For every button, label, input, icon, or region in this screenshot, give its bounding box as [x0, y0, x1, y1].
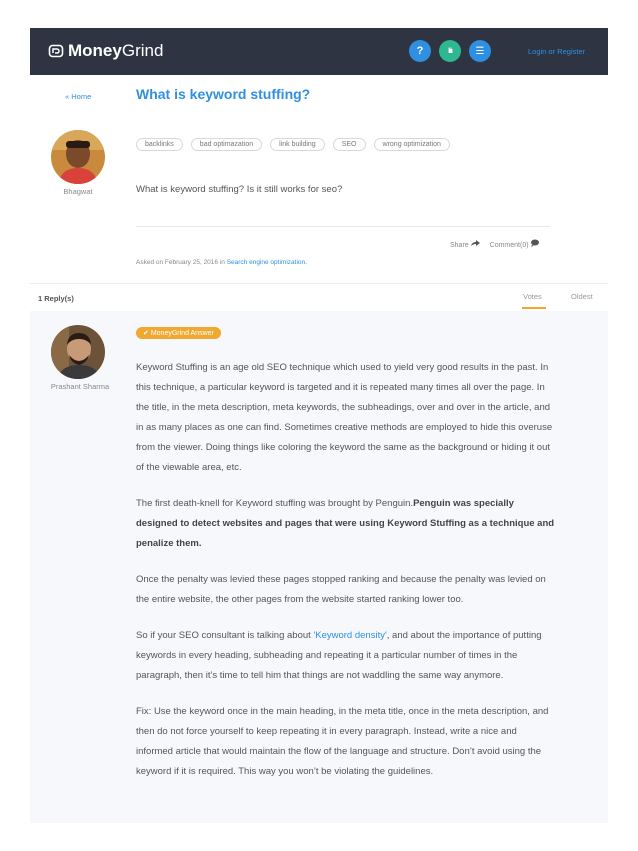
logo-text-light: Grind	[121, 41, 164, 60]
top-navbar: Money Grind ? lılı ☰ Login or Register	[30, 28, 608, 75]
stats-icon[interactable]: lılı	[439, 40, 461, 62]
home-link[interactable]: « Home	[65, 92, 91, 101]
share-button[interactable]: Share	[450, 239, 480, 249]
share-icon	[470, 240, 480, 246]
answer-paragraph: The first death-knell for Keyword stuffi…	[136, 498, 555, 549]
list-icon[interactable]: ☰	[469, 40, 491, 62]
page-frame: Money Grind ? lılı ☰ Login or Register « …	[30, 28, 608, 823]
answerer-name[interactable]: Prashant Sharma	[30, 382, 130, 391]
answer-paragraph: So if your SEO consultant is talking abo…	[136, 630, 542, 681]
question-section: Bhagwat backlinks bad optimazation link …	[30, 117, 608, 283]
question-body: What is keyword stuffing? Is it still wo…	[136, 184, 343, 195]
best-answer-badge: ✔ MoneyGrind Answer	[136, 327, 221, 339]
comment-button[interactable]: Comment(0)	[490, 239, 539, 249]
logo-icon	[48, 44, 64, 58]
help-icon[interactable]: ?	[409, 40, 431, 62]
check-icon: ✔	[143, 330, 149, 337]
answer-section: Prashant Sharma ✔ MoneyGrind Answer Keyw…	[30, 311, 608, 823]
reply-count: 1 Reply(s)	[38, 294, 74, 303]
site-logo[interactable]: Money Grind	[48, 41, 163, 61]
login-register-link[interactable]: Login or Register	[528, 47, 585, 56]
divider	[136, 226, 550, 227]
active-tab-indicator	[522, 307, 546, 309]
tag[interactable]: backlinks	[136, 138, 183, 151]
tab-votes[interactable]: Votes	[523, 292, 542, 301]
asked-meta: Asked on February 25, 2016 in Search eng…	[136, 259, 307, 266]
tag[interactable]: link building	[270, 138, 325, 151]
keyword-density-link[interactable]: 'Keyword density'	[313, 630, 386, 641]
answer-paragraph: Keyword Stuffing is an age old SEO techn…	[136, 362, 553, 473]
comment-icon	[530, 239, 539, 247]
question-title-bar: « Home What is keyword stuffing?	[30, 75, 608, 118]
question-title: What is keyword stuffing?	[136, 86, 311, 102]
replies-header: 1 Reply(s) Votes Oldest	[30, 283, 608, 313]
tab-oldest[interactable]: Oldest	[571, 292, 593, 301]
asker-avatar-image	[51, 130, 105, 184]
answer-paragraph: Once the penalty was levied these pages …	[136, 574, 546, 605]
answer-body: Keyword Stuffing is an age old SEO techn…	[136, 358, 556, 798]
category-link[interactable]: Search engine optimization.	[227, 259, 307, 266]
tag[interactable]: SEO	[332, 138, 366, 151]
answerer-avatar-image	[51, 325, 105, 379]
asker-name[interactable]: Bhagwat	[30, 187, 126, 196]
question-actions: Share Comment(0)	[450, 239, 539, 249]
tag-list: backlinks bad optimazation link building…	[136, 138, 450, 151]
avatar[interactable]	[51, 325, 105, 379]
tag[interactable]: wrong optimization	[373, 138, 450, 151]
tag[interactable]: bad optimazation	[190, 138, 263, 151]
logo-text-bold: Money	[68, 41, 122, 60]
avatar[interactable]	[51, 130, 105, 184]
answer-paragraph: Fix: Use the keyword once in the main he…	[136, 706, 549, 777]
